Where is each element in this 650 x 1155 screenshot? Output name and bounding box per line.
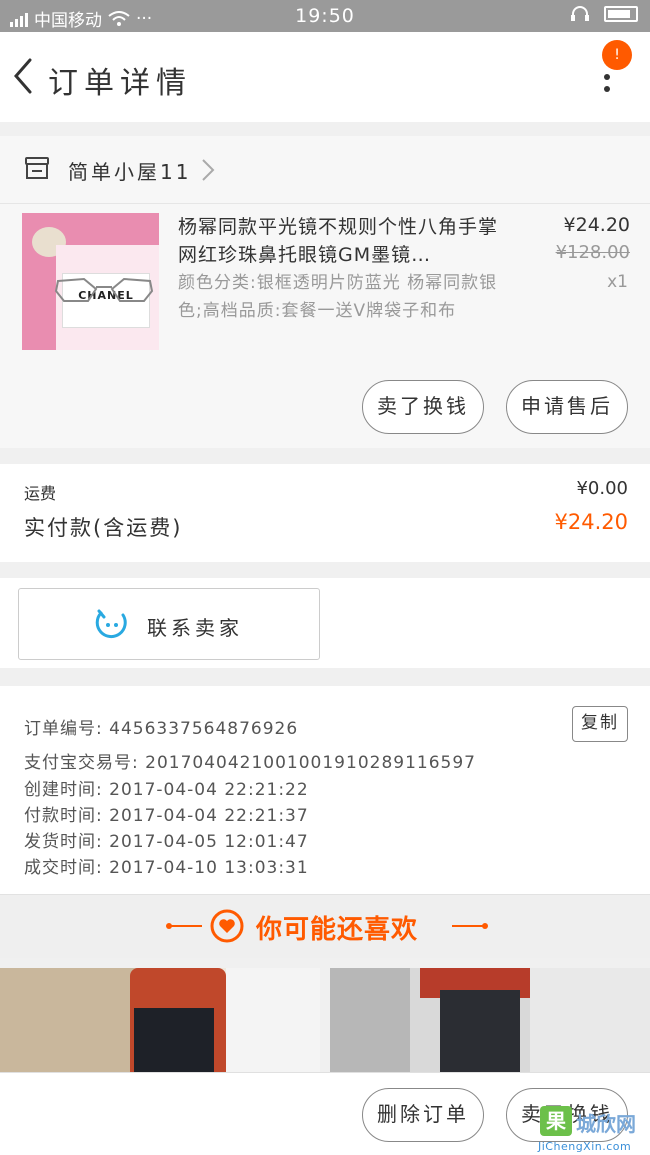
nav-bar: 订单详情 !: [0, 32, 650, 122]
watermark-logo: 果: [540, 1106, 572, 1136]
battery-icon: [604, 6, 638, 22]
store-name[interactable]: 简单小屋11: [68, 156, 191, 185]
order-item-card: 简单小屋11 CHANEL 杨幂同款平光镜不规则个性八角手掌网红珍珠鼻托眼镜GM…: [0, 136, 650, 448]
image-backdrop: [330, 968, 410, 1072]
divider-left: [168, 925, 202, 927]
blinds-shape: [226, 968, 320, 1072]
heart-icon: [210, 909, 244, 943]
chevron-right-icon: [202, 159, 215, 181]
contact-section: 联系卖家: [0, 578, 650, 668]
sell-for-cash-button[interactable]: 卖了换钱: [362, 380, 484, 434]
status-bar: 中国移动 ··· 19:50: [0, 0, 650, 32]
status-time: 19:50: [295, 5, 355, 27]
divider-dot-left: [166, 923, 172, 929]
recommend-product-image[interactable]: [0, 968, 320, 1072]
shipping-label: 运费: [24, 484, 57, 503]
stairs-shape: [530, 968, 650, 1072]
divider-dot-right: [482, 923, 488, 929]
jeans-shape: [440, 990, 520, 1072]
recommend-product-image[interactable]: [330, 968, 650, 1072]
recommend-header: 你可能还喜欢: [0, 894, 650, 958]
order-info: 订单编号: 4456337564876926 复制 支付宝交易号: 201704…: [0, 686, 650, 894]
fee-summary: 运费 ¥0.00 实付款(含运费) ¥24.20: [0, 464, 650, 562]
divider-right: [452, 925, 486, 927]
recommend-title: 你可能还喜欢: [256, 915, 419, 945]
watermark: 果 城欣网 JiChengXin.com: [532, 1100, 650, 1155]
product-original-price: ¥128.00: [555, 242, 630, 263]
paid-time: 付款时间: 2017-04-04 22:21:37: [24, 806, 309, 826]
contact-seller-button[interactable]: 联系卖家: [18, 588, 320, 660]
jeans-shape: [134, 1008, 214, 1072]
watermark-text: 城欣网: [576, 1112, 636, 1136]
watermark-url: JiChengXin.com: [538, 1140, 632, 1153]
notification-badge[interactable]: !: [602, 40, 632, 70]
product-price: ¥24.20: [563, 214, 630, 236]
completed-time: 成交时间: 2017-04-10 13:03:31: [24, 858, 309, 878]
glasses-icon: [54, 277, 154, 302]
shipped-time: 发货时间: 2017-04-05 12:01:47: [24, 832, 309, 852]
paid-value: ¥24.20: [554, 510, 628, 534]
store-icon: [25, 157, 49, 179]
product-spec: 颜色分类:银框透明片防蓝光 杨幂同款银色;高档品质:套餐一送V牌袋子和布: [178, 273, 498, 321]
delete-order-button[interactable]: 删除订单: [362, 1088, 484, 1142]
page-title: 订单详情: [48, 66, 192, 101]
headset-icon: [571, 6, 589, 21]
order-number: 订单编号: 4456337564876926: [24, 719, 299, 739]
contact-seller-label: 联系卖家: [147, 616, 243, 640]
status-right: [570, 5, 638, 23]
alipay-number: 支付宝交易号: 2017040421001001910289116597: [24, 753, 476, 773]
after-sales-button[interactable]: 申请售后: [506, 380, 628, 434]
product-quantity: x1: [607, 272, 628, 292]
more-dot-icon: [604, 86, 610, 92]
product-title[interactable]: 杨幂同款平光镜不规则个性八角手掌网红珍珠鼻托眼镜GM墨镜…: [178, 213, 498, 269]
paid-label: 实付款(含运费): [24, 516, 183, 540]
back-arrow-icon[interactable]: [8, 54, 38, 98]
copy-button[interactable]: 复制: [572, 706, 628, 742]
image-backdrop: [0, 968, 140, 1072]
created-time: 创建时间: 2017-04-04 22:21:22: [24, 780, 309, 800]
product-image[interactable]: CHANEL: [22, 213, 159, 350]
more-dot-icon: [604, 74, 610, 80]
store-row[interactable]: 简单小屋11: [0, 136, 650, 204]
chat-icon: [95, 609, 127, 639]
shipping-value: ¥0.00: [576, 478, 628, 499]
